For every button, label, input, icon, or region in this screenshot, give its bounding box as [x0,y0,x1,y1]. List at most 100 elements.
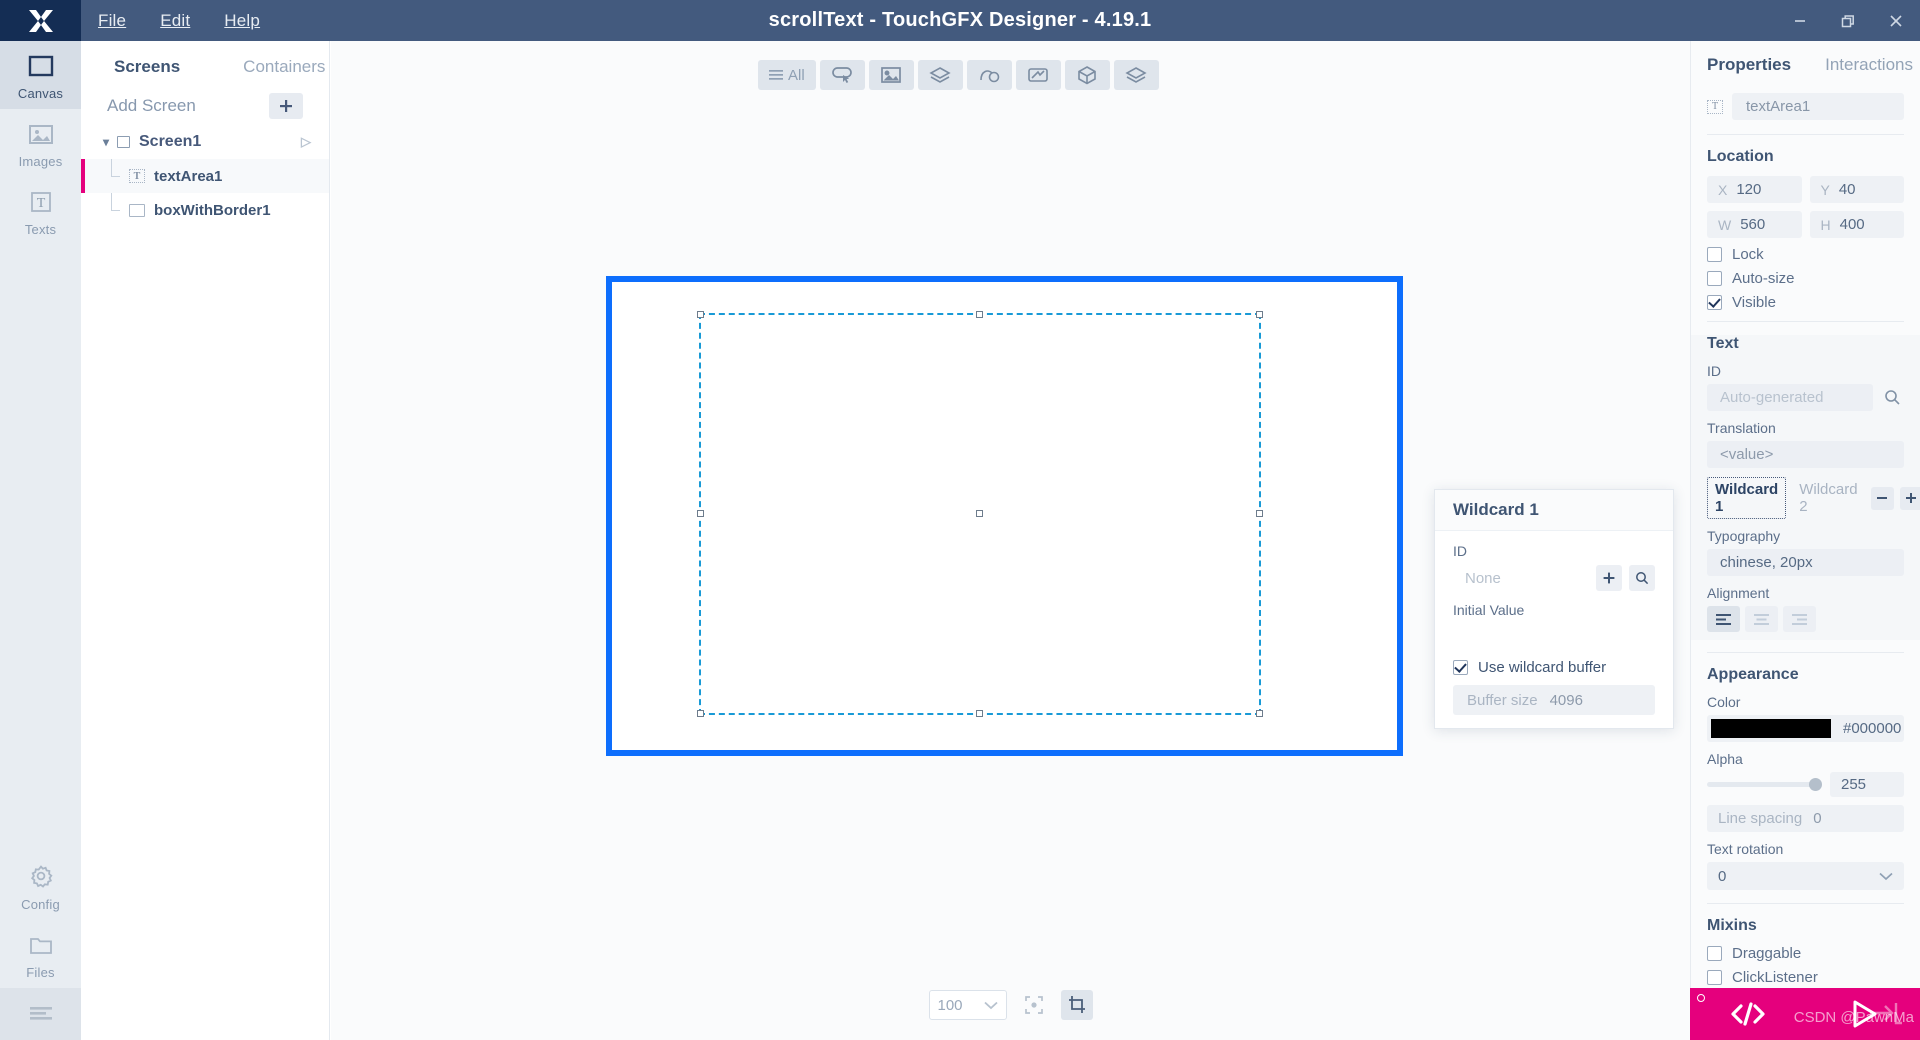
toolbar-gauge-widget[interactable] [1015,60,1061,90]
color-picker[interactable]: #000000 [1707,715,1904,742]
wildcard-search-button[interactable] [1629,565,1655,591]
resize-handle-middle-left[interactable] [697,510,704,517]
tree-item-boxwithborder1[interactable]: boxWithBorder1 [81,193,329,227]
visible-row[interactable]: Visible [1707,294,1904,311]
rail-item-files[interactable]: Files [0,920,81,988]
alpha-value-input[interactable]: 255 [1830,772,1904,797]
resize-handle-bottom-center[interactable] [976,710,983,717]
textarea-selection-rect[interactable] [697,311,1263,717]
button-widget-icon [832,67,853,83]
menu-file[interactable]: File [81,0,143,41]
tree-item-textarea1[interactable]: T textArea1 [81,159,329,193]
align-left-button[interactable] [1707,606,1740,632]
resize-handle-top-left[interactable] [697,311,704,318]
visible-checkbox[interactable] [1707,295,1722,310]
tab-screens[interactable]: Screens [106,55,188,79]
rail-item-images[interactable]: Images [0,109,81,177]
wildcard-initial-value-label: Initial Value [1453,602,1525,618]
draggable-checkbox[interactable] [1707,946,1722,961]
resize-handle-top-right[interactable] [1256,311,1263,318]
toolbar-3d-widget[interactable] [1064,60,1110,90]
toolbar-all-button[interactable]: All [758,60,816,90]
rail-item-canvas[interactable]: Canvas [0,41,81,109]
chevron-down-icon[interactable]: ▾ [103,135,117,149]
lock-checkbox[interactable] [1707,247,1722,262]
screen-icon [117,136,130,148]
tab-containers[interactable]: Containers [235,55,333,79]
add-screen-button[interactable] [269,93,303,119]
autosize-row[interactable]: Auto-size [1707,270,1904,287]
widget-name-input[interactable]: textArea1 [1732,93,1904,120]
tab-interactions[interactable]: Interactions [1825,55,1913,75]
generate-code-button[interactable] [1690,988,1805,1040]
buffer-size-field[interactable]: Buffer size 4096 [1453,685,1655,715]
toolbar-shape-widget[interactable] [966,60,1012,90]
resize-handle-top-center[interactable] [976,311,983,318]
h-label: H [1820,216,1831,233]
texts-icon: T [30,192,51,212]
text-id-search-button[interactable] [1880,386,1904,410]
clicklistener-checkbox[interactable] [1707,970,1722,985]
align-right-icon [1792,613,1807,625]
text-rotation-select[interactable]: 0 [1707,862,1904,890]
toolbar-container-widget[interactable] [917,60,963,90]
resize-handle-middle-right[interactable] [1256,510,1263,517]
toolbar-button-widget[interactable] [819,60,865,90]
draggable-label: Draggable [1732,945,1802,962]
draggable-row[interactable]: Draggable [1707,945,1904,962]
tree-item-screen1[interactable]: ▾ Screen1 ▷ [81,125,329,159]
toolbar-layers-widget[interactable] [1113,60,1159,90]
autosize-checkbox[interactable] [1707,271,1722,286]
minimize-icon[interactable] [1776,0,1824,41]
resize-handle-bottom-right[interactable] [1256,710,1263,717]
text-id-input[interactable]: Auto-generated [1707,384,1873,411]
buffer-size-value: 4096 [1549,691,1583,709]
zoom-level-select[interactable]: 100 [928,990,1007,1020]
alpha-slider-knob[interactable] [1809,778,1822,791]
resize-handle-bottom-left[interactable] [697,710,704,717]
play-triangle-icon[interactable]: ▷ [301,134,311,150]
wildcard-popup-title: Wildcard 1 [1453,500,1539,519]
toolbar-image-widget[interactable] [868,60,914,90]
cube-3d-icon [1078,66,1096,85]
remove-wildcard-button[interactable] [1870,486,1894,510]
line-spacing-field[interactable]: Line spacing 0 [1707,805,1904,832]
rail-label-config: Config [21,897,60,912]
lock-row[interactable]: Lock [1707,246,1904,263]
clicklistener-row[interactable]: ClickListener [1707,969,1904,986]
tab-properties[interactable]: Properties [1707,55,1791,75]
restore-icon[interactable] [1824,0,1872,41]
crop-button[interactable] [1060,990,1093,1020]
translation-input[interactable]: <value> [1707,441,1904,468]
wildcard-2-tab[interactable]: Wildcard 2 [1792,478,1864,518]
x-field[interactable]: X 120 [1707,176,1802,203]
align-right-button[interactable] [1783,606,1816,632]
use-wildcard-buffer-row[interactable]: Use wildcard buffer [1453,659,1655,676]
alpha-slider[interactable] [1707,778,1822,791]
rail-item-texts[interactable]: T Texts [0,177,81,245]
wildcard-add-button[interactable] [1596,565,1622,591]
text-rotation-value: 0 [1718,867,1727,885]
toolbar-all-label: All [788,66,805,84]
add-wildcard-button[interactable] [1899,486,1920,510]
menu-edit[interactable]: Edit [143,0,207,41]
use-wildcard-buffer-checkbox[interactable] [1453,660,1468,675]
color-swatch[interactable] [1711,719,1831,738]
menu-help[interactable]: Help [207,0,277,41]
appearance-section-title: Appearance [1707,666,1799,683]
close-icon[interactable] [1872,0,1920,41]
canvas-icon [28,55,53,77]
wildcard-1-tab[interactable]: Wildcard 1 [1707,477,1787,519]
align-center-button[interactable] [1745,606,1778,632]
typography-select[interactable]: chinese, 20px [1707,549,1904,576]
wildcard-initial-value-input[interactable] [1453,623,1655,659]
wildcard-id-label: ID [1453,543,1467,559]
rail-item-config[interactable]: Config [0,850,81,920]
w-field[interactable]: W 560 [1707,211,1802,238]
rail-menu-button[interactable] [0,988,81,1040]
fit-to-screen-button[interactable] [1018,990,1050,1020]
h-field[interactable]: H 400 [1809,211,1904,238]
y-field[interactable]: Y 40 [1809,176,1904,203]
move-handle-center[interactable] [976,510,983,517]
wildcard-id-input[interactable]: None [1453,564,1589,592]
